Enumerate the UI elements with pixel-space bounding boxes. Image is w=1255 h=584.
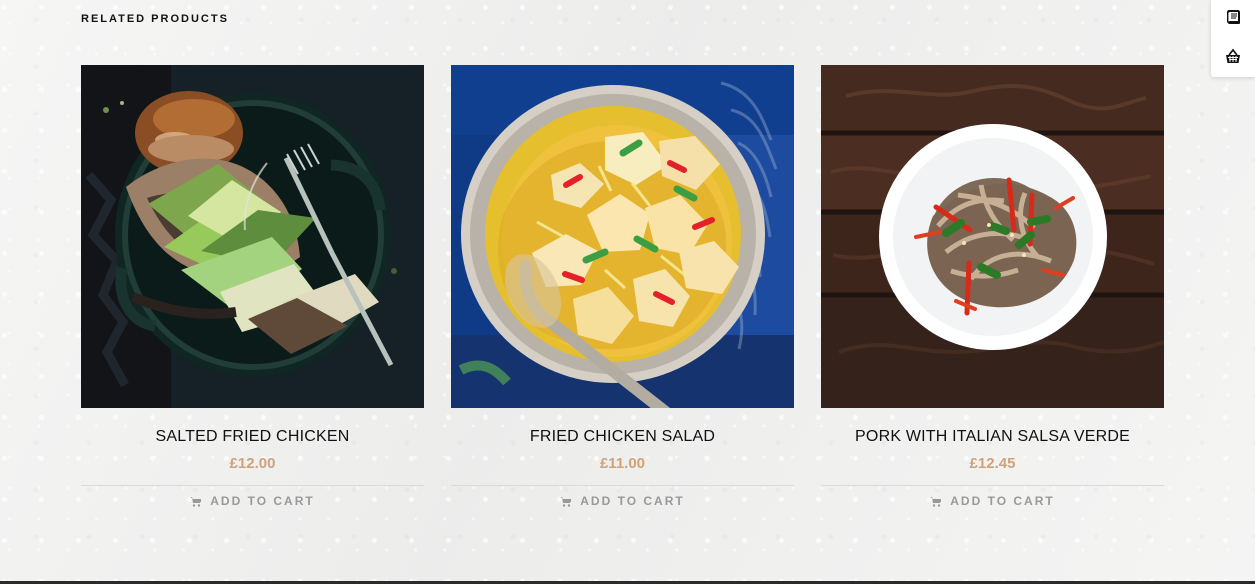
basket-icon[interactable]: [1224, 48, 1242, 66]
product-image-fried-chicken-salad[interactable]: [451, 65, 794, 408]
related-products-grid: SALTED FRIED CHICKEN £12.00 ADD TO CART: [81, 65, 1164, 512]
add-to-cart-button[interactable]: ADD TO CART: [560, 494, 684, 508]
add-to-cart-button[interactable]: ADD TO CART: [190, 494, 314, 508]
product-image-salted-fried-chicken[interactable]: [81, 65, 424, 408]
cart-icon: [930, 496, 942, 507]
product-title[interactable]: PORK WITH ITALIAN SALSA VERDE: [821, 427, 1164, 447]
add-to-cart-button[interactable]: ADD TO CART: [930, 494, 1054, 508]
floating-toolbar: [1211, 0, 1255, 77]
cart-icon: [560, 496, 572, 507]
product-card-pork-with-italian-salsa-verde: PORK WITH ITALIAN SALSA VERDE £12.45 ADD…: [821, 65, 1164, 512]
cart-icon: [190, 496, 202, 507]
product-card-fried-chicken-salad: FRIED CHICKEN SALAD £11.00 ADD TO CART: [451, 65, 794, 512]
add-to-cart-label: ADD TO CART: [580, 494, 685, 508]
product-title[interactable]: FRIED CHICKEN SALAD: [451, 427, 794, 447]
product-price: £12.45: [969, 455, 1016, 472]
product-price: £11.00: [599, 455, 646, 472]
product-divider: [821, 485, 1164, 486]
product-card-salted-fried-chicken: SALTED FRIED CHICKEN £12.00 ADD TO CART: [81, 65, 424, 512]
product-divider: [81, 485, 424, 486]
section-title: RELATED PRODUCTS: [81, 13, 229, 25]
add-to-cart-label: ADD TO CART: [210, 494, 315, 508]
add-to-cart-label: ADD TO CART: [950, 494, 1055, 508]
product-image-pork-with-italian-salsa-verde[interactable]: [821, 65, 1164, 408]
product-divider: [451, 485, 794, 486]
product-price: £12.00: [229, 455, 276, 472]
book-icon[interactable]: [1224, 8, 1242, 26]
product-title[interactable]: SALTED FRIED CHICKEN: [81, 427, 424, 447]
